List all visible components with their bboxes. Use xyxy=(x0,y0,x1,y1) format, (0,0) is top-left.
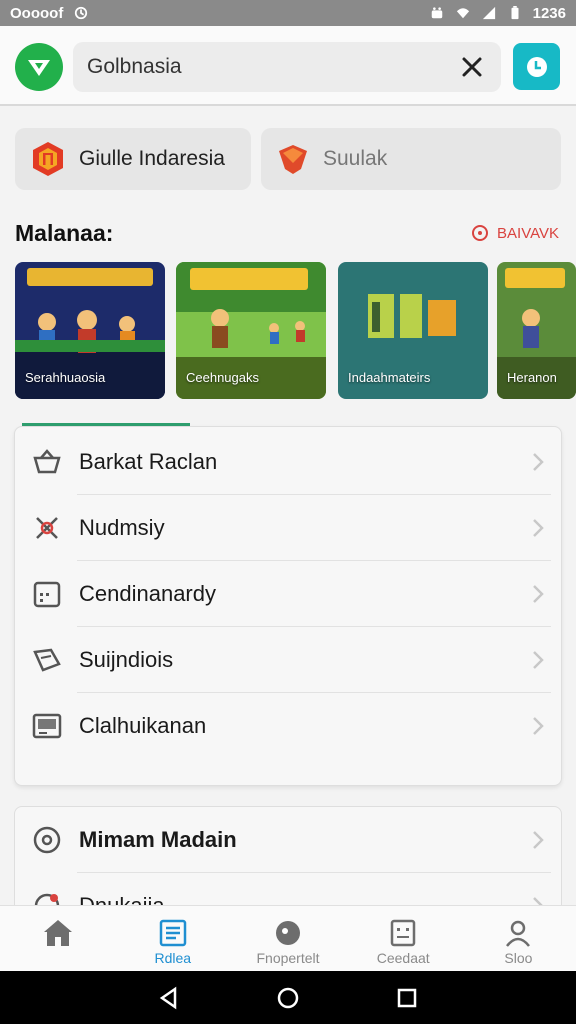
section-title: Malanaa: xyxy=(15,220,114,246)
games-carousel[interactable]: Serahhuaosia Ceehnugaks Indaahmateirs He… xyxy=(15,262,576,399)
game-label: Indaahmateirs xyxy=(348,370,431,385)
home-icon xyxy=(41,916,75,950)
chevron-right-icon xyxy=(533,831,544,849)
chevron-right-icon xyxy=(533,585,544,603)
menu-item-suijndiois[interactable]: Suijndiois xyxy=(15,627,563,693)
close-icon xyxy=(462,57,482,77)
game-card[interactable]: Serahhuaosia xyxy=(15,262,165,399)
search-box[interactable] xyxy=(73,42,501,92)
menu-item-cendinanardy[interactable]: Cendinanardy xyxy=(15,561,563,627)
chevron-right-icon xyxy=(533,717,544,735)
chip-suulak[interactable]: Suulak xyxy=(261,128,561,190)
battery-icon xyxy=(511,6,519,20)
history-button[interactable] xyxy=(513,43,560,90)
android-icon xyxy=(431,7,442,19)
calendar-icon xyxy=(31,578,63,610)
monitor-icon xyxy=(31,710,63,742)
menu-item-mimam-madain[interactable]: Mimam Madain xyxy=(15,807,561,873)
chip-label: Giulle Indaresia xyxy=(79,147,225,170)
logo-arrow-icon xyxy=(28,60,50,76)
menu-card: Barkat Raclan Nudmsiy Cendinanardy Suijn… xyxy=(14,426,562,786)
ticket-icon xyxy=(31,644,63,676)
clock-icon xyxy=(526,56,547,77)
sync-icon xyxy=(75,6,88,20)
brand-m-icon xyxy=(33,142,63,176)
target-icon xyxy=(31,824,63,856)
shield-icon xyxy=(279,145,307,174)
logo-button[interactable] xyxy=(15,43,63,91)
nav-label: Fnopertelt xyxy=(256,950,320,966)
see-all-label: BAIVAVK xyxy=(497,224,559,242)
menu-item-label: Nudmsiy xyxy=(79,515,165,540)
signal-icon xyxy=(482,6,495,20)
chevron-right-icon xyxy=(533,651,544,669)
menu-item-clalhuikanan[interactable]: Clalhuikanan xyxy=(15,693,563,759)
game-card[interactable]: Heranon xyxy=(497,262,576,399)
nav-rdlea[interactable]: Rdlea xyxy=(115,906,230,971)
menu-item-label: Suijndiois xyxy=(79,647,174,672)
status-carrier: Ooooof xyxy=(10,4,64,22)
game-label: Serahhuaosia xyxy=(25,370,106,385)
game-label: Heranon xyxy=(507,370,557,385)
back-icon[interactable] xyxy=(157,986,181,1010)
menu-item-label: Mimam Madain xyxy=(79,827,237,852)
menu-item-label: Clalhuikanan xyxy=(79,713,207,738)
clear-search-button[interactable] xyxy=(457,52,487,82)
chip-giulle-indaresia[interactable]: Giulle Indaresia xyxy=(15,128,251,190)
nav-label: Rdlea xyxy=(154,950,192,966)
info-circle-icon xyxy=(472,225,489,241)
person-icon xyxy=(501,916,535,950)
document-icon xyxy=(156,916,190,950)
nav-home[interactable] xyxy=(0,906,115,971)
nav-label: Ceedaat xyxy=(376,950,430,966)
menu-item-barkat-raclan[interactable]: Barkat Raclan xyxy=(15,429,563,495)
chevron-right-icon xyxy=(533,519,544,537)
system-nav-bar xyxy=(0,971,576,1024)
card-icon xyxy=(386,916,420,950)
nav-fnopertelt[interactable]: Fnopertelt xyxy=(230,906,345,971)
game-card[interactable]: Ceehnugaks xyxy=(176,262,326,399)
nav-sloo[interactable]: Sloo xyxy=(461,906,576,971)
menu-item-nudmsiy[interactable]: Nudmsiy xyxy=(15,495,563,561)
wifi-icon xyxy=(456,8,469,19)
chip-label: Suulak xyxy=(323,147,388,170)
see-all-link[interactable]: BAIVAVK xyxy=(471,224,559,242)
nav-ceedaat[interactable]: Ceedaat xyxy=(346,906,461,971)
disc-icon xyxy=(271,916,305,950)
game-card[interactable]: Indaahmateirs xyxy=(338,262,488,399)
game-label: Ceehnugaks xyxy=(186,370,259,385)
home-circle-icon[interactable] xyxy=(276,986,300,1010)
search-input[interactable] xyxy=(87,55,457,79)
app-bar xyxy=(0,26,576,106)
bottom-nav: Rdlea Fnopertelt Ceedaat Sloo xyxy=(0,905,576,971)
status-time: 1236 xyxy=(532,4,566,22)
menu-item-label: Cendinanardy xyxy=(79,581,216,606)
tools-icon xyxy=(31,512,63,544)
nav-label: Sloo xyxy=(504,950,533,966)
chevron-right-icon xyxy=(533,453,544,471)
basket-icon xyxy=(31,446,63,478)
recents-icon[interactable] xyxy=(395,986,419,1010)
menu-item-label: Barkat Raclan xyxy=(79,449,218,474)
status-bar: Ooooof 1236 xyxy=(0,0,576,26)
